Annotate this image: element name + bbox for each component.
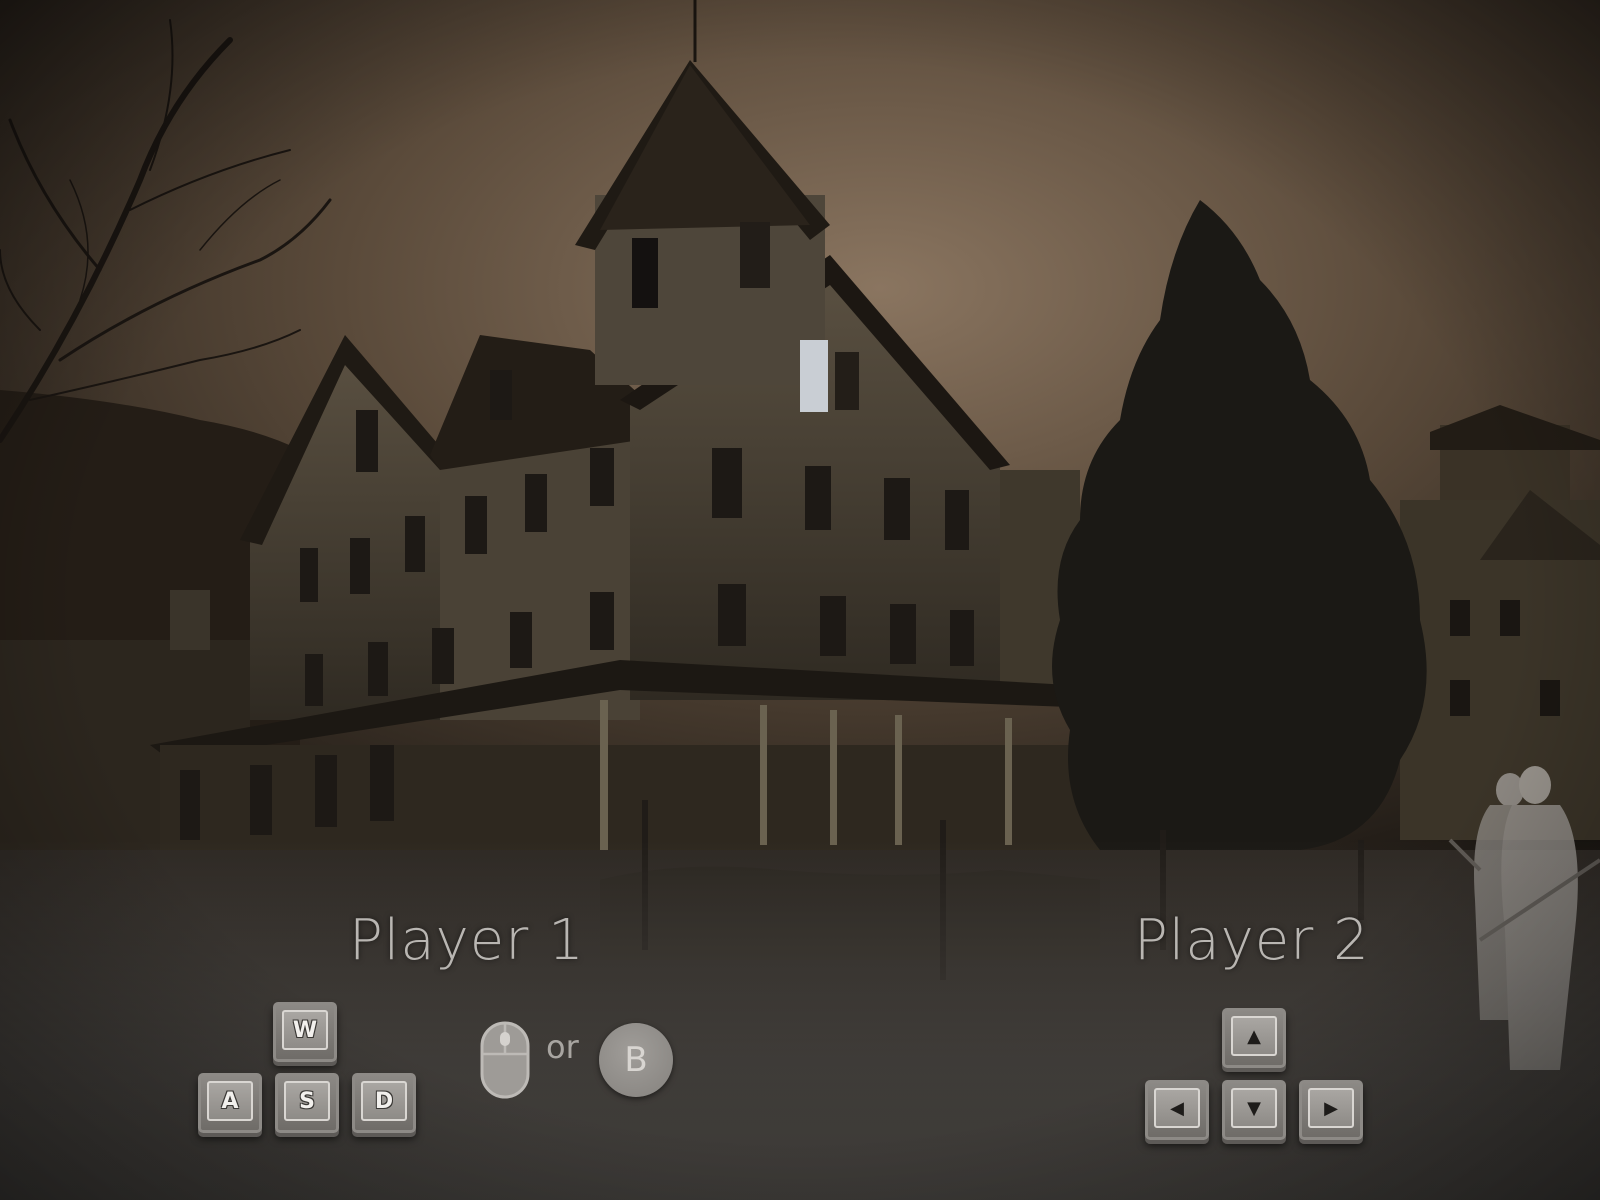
game-screen: Player 1 W A S D or B Player 2 ▲ ◀ ▼ ▶ (0, 0, 1600, 1200)
arrow-left-icon: ◀ (1154, 1088, 1200, 1128)
haunted-house-background (0, 0, 1600, 1200)
key-arrow-down: ▼ (1222, 1080, 1286, 1140)
key-a: A (198, 1073, 262, 1133)
key-arrow-right: ▶ (1299, 1080, 1363, 1140)
key-w-label: W (282, 1010, 328, 1050)
mouse-icon (480, 1021, 530, 1099)
or-separator: or (546, 1028, 579, 1066)
player-1-label: Player 1 (349, 908, 585, 973)
key-arrow-up: ▲ (1222, 1008, 1286, 1068)
key-a-label: A (207, 1081, 253, 1121)
key-d-label: D (361, 1081, 407, 1121)
key-d: D (352, 1073, 416, 1133)
key-w: W (273, 1002, 337, 1062)
arrow-down-icon: ▼ (1231, 1088, 1277, 1128)
arrow-right-icon: ▶ (1308, 1088, 1354, 1128)
b-button-icon: B (599, 1023, 673, 1097)
player-2-label: Player 2 (1134, 908, 1370, 973)
key-arrow-left: ◀ (1145, 1080, 1209, 1140)
key-s-label: S (284, 1081, 330, 1121)
key-s: S (275, 1073, 339, 1133)
arrow-up-icon: ▲ (1231, 1016, 1277, 1056)
